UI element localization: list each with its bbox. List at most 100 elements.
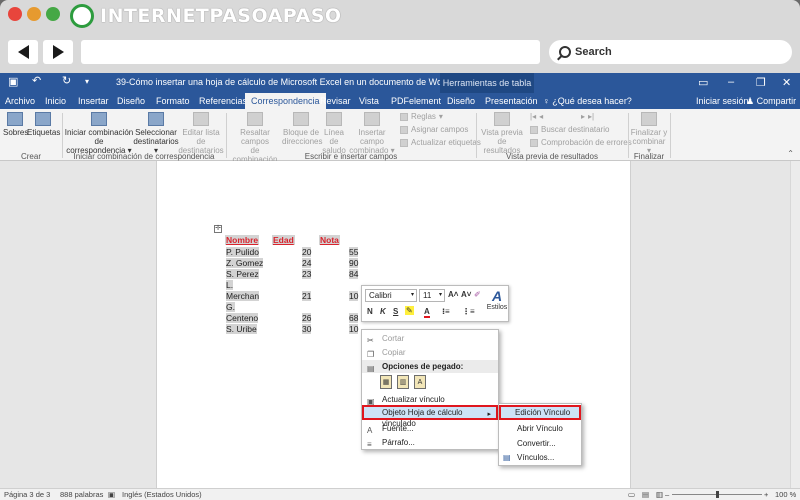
- redo-icon[interactable]: ↻: [62, 74, 71, 87]
- tab-referencias[interactable]: Referencias: [199, 96, 247, 106]
- last-record-icon[interactable]: ▸|: [588, 112, 594, 121]
- labels-button[interactable]: Etiquetas: [27, 112, 60, 137]
- web-layout-icon[interactable]: ▥: [656, 490, 663, 499]
- table-row-age: 24: [302, 258, 312, 268]
- forward-arrow-icon: [52, 45, 64, 59]
- format-painter-icon[interactable]: ✐: [474, 290, 481, 299]
- maximize-window-button[interactable]: [46, 7, 60, 21]
- forward-button[interactable]: [43, 40, 73, 64]
- submenu-item-convert[interactable]: Convertir...: [499, 437, 581, 450]
- share-button[interactable]: ♟ Compartir: [746, 96, 796, 107]
- font-color-icon[interactable]: A: [424, 307, 430, 318]
- read-mode-icon[interactable]: ▭: [628, 490, 635, 499]
- paste-keep-source-icon[interactable]: ▦: [380, 375, 392, 389]
- tab-inicio[interactable]: Inicio: [45, 96, 66, 106]
- tab-archivo[interactable]: Archivo: [5, 96, 35, 106]
- styles-button[interactable]: A Estilos: [486, 288, 508, 311]
- ribbon-display-icon[interactable]: ▭: [698, 76, 708, 89]
- first-record-icon[interactable]: |◂: [530, 112, 536, 121]
- tab-insertar[interactable]: Insertar: [78, 96, 109, 106]
- match-fields-button[interactable]: Asignar campos: [400, 125, 468, 134]
- sign-in-link[interactable]: Iniciar sesión: [696, 96, 749, 106]
- table-move-handle-icon[interactable]: ✛: [214, 225, 222, 233]
- italic-icon[interactable]: K: [380, 307, 386, 316]
- back-button[interactable]: [8, 40, 38, 64]
- tab-presentacion[interactable]: Presentación: [485, 96, 538, 106]
- restore-icon[interactable]: ❐: [756, 76, 766, 89]
- submenu-item-links[interactable]: ▤ Vínculos...: [499, 451, 581, 464]
- ribbon-tabs: Archivo Inicio Insertar Diseño Formato R…: [0, 93, 800, 109]
- menu-section-paste-options: ▤ Opciones de pegado:: [362, 360, 498, 373]
- tell-me-search[interactable]: ♀ ¿Qué desea hacer?: [543, 96, 632, 106]
- menu-item-linked-worksheet[interactable]: Objeto Hoja de cálculo vinculado ▸: [362, 405, 498, 428]
- undo-icon[interactable]: ↶: [32, 74, 41, 87]
- preview-results-button[interactable]: Vista previa de resultados: [478, 112, 526, 155]
- bold-icon[interactable]: N: [367, 307, 373, 316]
- tab-diseno-tabla[interactable]: Diseño: [447, 96, 475, 106]
- rules-icon: [400, 112, 408, 121]
- zoom-in-icon[interactable]: +: [764, 490, 768, 499]
- next-record-icon[interactable]: ▸: [581, 112, 585, 121]
- envelopes-button[interactable]: Sobres: [3, 112, 28, 137]
- select-recipients-button[interactable]: Seleccionar destinatarios ▾: [132, 112, 180, 155]
- greeting-line-button[interactable]: Línea de saludo: [319, 112, 349, 155]
- underline-icon[interactable]: S: [393, 307, 398, 316]
- start-mail-merge-button[interactable]: Iniciar combinación de correspondencia ▾: [64, 112, 134, 155]
- table-row-grade: 55: [349, 247, 359, 257]
- record-navigation-next[interactable]: ▸ ▸|: [581, 112, 594, 121]
- insert-merge-field-button[interactable]: Insertar campo combinado ▾: [347, 112, 397, 155]
- submenu-item-edit-link[interactable]: Edición Vínculo: [499, 405, 581, 420]
- check-errors-button[interactable]: Comprobación de errores: [530, 138, 632, 147]
- record-navigation[interactable]: |◂ ◂: [530, 112, 543, 121]
- tab-revisar[interactable]: Revisar: [320, 96, 351, 106]
- font-name-select[interactable]: Calibri ▾: [365, 289, 417, 302]
- vertical-scrollbar[interactable]: [790, 161, 800, 488]
- collapse-ribbon-icon[interactable]: ⌃: [787, 149, 794, 158]
- minimize-icon[interactable]: –: [728, 76, 734, 88]
- site-logo: INTERNETPASOAPASO: [70, 3, 342, 29]
- font-size-select[interactable]: 11 ▾: [419, 289, 445, 302]
- zoom-level[interactable]: 100 %: [775, 490, 796, 499]
- proofing-icon[interactable]: ▣: [108, 490, 115, 499]
- finish-merge-button[interactable]: Finalizar y combinar ▾: [630, 112, 668, 155]
- share-label: Compartir: [756, 96, 797, 106]
- close-window-button[interactable]: [8, 7, 22, 21]
- tab-pdfelement[interactable]: PDFelement: [391, 96, 441, 106]
- bullets-icon[interactable]: ⁝≡: [442, 307, 450, 316]
- tell-me-label: ¿Qué desea hacer?: [552, 96, 632, 106]
- tab-formato[interactable]: Formato: [156, 96, 190, 106]
- tab-diseno[interactable]: Diseño: [117, 96, 145, 106]
- paste-merge-format-icon[interactable]: ▥: [397, 375, 409, 389]
- close-icon[interactable]: ✕: [782, 76, 791, 89]
- zoom-slider-handle[interactable]: [716, 491, 719, 498]
- tab-vista[interactable]: Vista: [359, 96, 379, 106]
- zoom-out-icon[interactable]: –: [665, 490, 669, 499]
- highlight-color-icon[interactable]: ✎: [405, 306, 414, 315]
- minimize-window-button[interactable]: [27, 7, 41, 21]
- customize-toolbar-icon[interactable]: ▾: [85, 77, 89, 86]
- edit-recipient-list-button[interactable]: Editar lista de destinatarios: [178, 112, 224, 155]
- numbering-icon[interactable]: ⋮≡: [462, 307, 475, 316]
- shrink-font-icon[interactable]: A˅: [461, 290, 471, 299]
- prev-record-icon[interactable]: ◂: [539, 112, 543, 121]
- word-count[interactable]: 888 palabras: [60, 490, 103, 499]
- print-layout-icon[interactable]: ▤: [642, 490, 649, 499]
- menu-item-paragraph[interactable]: ≡ Párrafo...: [362, 436, 498, 449]
- address-block-button[interactable]: Bloque de direcciones: [282, 112, 322, 146]
- menu-item-font[interactable]: A Fuente...: [362, 422, 498, 435]
- address-bar[interactable]: [81, 40, 540, 64]
- update-labels-button[interactable]: Actualizar etiquetas: [400, 138, 481, 147]
- grow-font-icon[interactable]: A˄: [448, 290, 458, 299]
- search-box[interactable]: Search: [549, 40, 792, 64]
- rules-button[interactable]: Reglas ▾: [400, 112, 443, 121]
- submenu-item-open-link[interactable]: Abrir Vínculo: [499, 422, 581, 435]
- menu-item-copy[interactable]: ❐ Copiar: [362, 346, 498, 359]
- save-icon[interactable]: ▣: [8, 75, 18, 88]
- menu-item-cut[interactable]: ✂ Cortar: [362, 332, 498, 345]
- tab-correspondencia[interactable]: Correspondencia: [245, 93, 326, 109]
- page-count[interactable]: Página 3 de 3: [4, 490, 50, 499]
- find-recipient-button[interactable]: Buscar destinatario: [530, 125, 609, 134]
- table-row-grade: 10: [349, 324, 359, 334]
- language-indicator[interactable]: Inglés (Estados Unidos): [122, 490, 202, 499]
- paste-text-only-icon[interactable]: A: [414, 375, 426, 389]
